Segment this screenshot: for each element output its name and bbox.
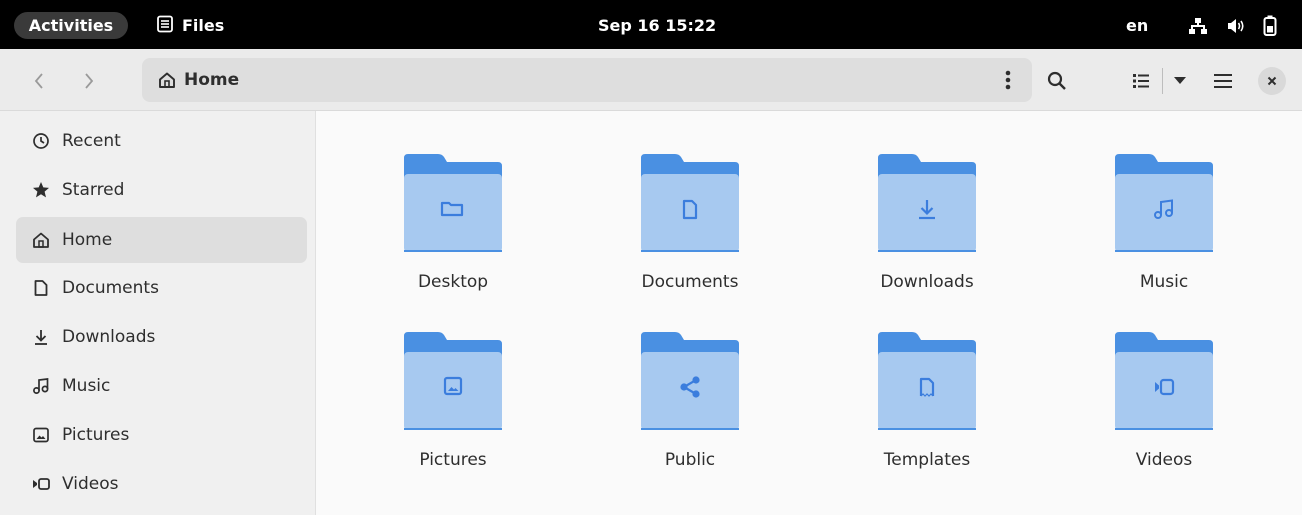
folder-icon	[1115, 154, 1213, 252]
folder-icon	[404, 332, 502, 430]
sidebar-item-documents[interactable]: Documents	[16, 265, 307, 311]
network-icon[interactable]	[1188, 17, 1208, 39]
sidebar-item-label: Recent	[62, 131, 121, 151]
star-icon	[32, 181, 50, 199]
folder-icon	[641, 154, 739, 252]
sidebar-item-label: Home	[62, 230, 113, 250]
header-bar: Home	[0, 49, 1302, 111]
sidebar-item-label: Documents	[62, 278, 159, 298]
clock[interactable]: Sep 16 15:22	[598, 12, 716, 39]
search-icon	[1047, 71, 1066, 90]
picture-icon	[32, 426, 50, 444]
document-icon	[32, 279, 50, 297]
top-bar: Activities Files Sep 16 15:22 en	[0, 0, 1302, 49]
video-icon	[32, 475, 50, 493]
app-menu[interactable]: Files	[156, 12, 224, 39]
folder-label: Pictures	[419, 450, 487, 470]
folder-item-videos[interactable]: Videos	[1064, 330, 1264, 480]
folder-item-desktop[interactable]: Desktop	[353, 152, 553, 302]
sidebar-item-pictures[interactable]: Pictures	[16, 412, 307, 458]
vertical-dots-icon	[1005, 70, 1011, 90]
music-icon	[32, 377, 50, 395]
folder-label: Templates	[883, 450, 971, 470]
folder-grid: Desktop Documents Downloads Music Pictur…	[317, 111, 1302, 515]
sidebar-item-starred[interactable]: Starred	[16, 167, 307, 213]
toolbar-separator	[1162, 68, 1163, 94]
folder-item-public[interactable]: Public	[590, 330, 790, 480]
sidebar-item-music[interactable]: Music	[16, 363, 307, 409]
chevron-left-icon	[34, 73, 43, 89]
view-options-button[interactable]	[1168, 66, 1192, 96]
clock-icon	[32, 132, 50, 150]
battery-icon[interactable]	[1263, 15, 1277, 41]
main-menu-button[interactable]	[1208, 66, 1238, 96]
folder-item-templates[interactable]: Templates	[827, 330, 1027, 480]
files-window: Home Recent Starred Home Documents Downl…	[0, 49, 1302, 515]
close-window-button[interactable]	[1258, 67, 1286, 95]
sidebar-item-label: Music	[62, 376, 111, 396]
places-sidebar: Recent Starred Home Documents Downloads …	[0, 111, 316, 515]
activities-button[interactable]: Activities	[14, 12, 128, 39]
folder-icon	[878, 332, 976, 430]
folder-label: Music	[1139, 272, 1189, 292]
folder-label: Public	[664, 450, 716, 470]
folder-icon	[878, 154, 976, 252]
sidebar-item-label: Videos	[62, 474, 119, 494]
folder-icon	[404, 154, 502, 252]
folder-item-downloads[interactable]: Downloads	[827, 152, 1027, 302]
download-icon	[32, 328, 50, 346]
list-view-icon	[1133, 74, 1149, 88]
sidebar-item-recent[interactable]: Recent	[16, 118, 307, 164]
folder-label: Documents	[641, 272, 739, 292]
input-language[interactable]: en	[1126, 12, 1148, 39]
chevron-right-icon	[85, 73, 94, 89]
path-bar[interactable]: Home	[142, 58, 1032, 102]
path-segment-label: Home	[184, 70, 240, 90]
sidebar-item-label: Pictures	[62, 425, 130, 445]
list-view-button[interactable]	[1126, 66, 1156, 96]
folder-item-music[interactable]: Music	[1064, 152, 1264, 302]
app-menu-label: Files	[182, 16, 225, 35]
home-icon	[159, 72, 175, 88]
sidebar-item-label: Starred	[62, 180, 125, 200]
folder-icon	[641, 332, 739, 430]
sidebar-item-downloads[interactable]: Downloads	[16, 314, 307, 360]
dropdown-arrow-icon	[1174, 77, 1186, 84]
sidebar-item-label: Downloads	[62, 327, 156, 347]
folder-label: Downloads	[880, 272, 974, 292]
hamburger-menu-icon	[1214, 74, 1232, 88]
volume-icon[interactable]	[1226, 17, 1246, 39]
search-button[interactable]	[1042, 66, 1072, 96]
back-button[interactable]	[24, 66, 54, 96]
path-menu-button[interactable]	[998, 68, 1018, 92]
folder-label: Videos	[1135, 450, 1193, 470]
folder-item-pictures[interactable]: Pictures	[353, 330, 553, 480]
home-icon	[32, 231, 50, 249]
forward-button[interactable]	[74, 66, 104, 96]
close-icon	[1267, 76, 1277, 86]
files-app-icon	[156, 15, 174, 37]
sidebar-item-home[interactable]: Home	[16, 217, 307, 263]
folder-item-documents[interactable]: Documents	[590, 152, 790, 302]
folder-icon	[1115, 332, 1213, 430]
folder-label: Desktop	[417, 272, 489, 292]
sidebar-item-videos[interactable]: Videos	[16, 461, 307, 507]
path-segment-home[interactable]: Home	[158, 58, 239, 102]
